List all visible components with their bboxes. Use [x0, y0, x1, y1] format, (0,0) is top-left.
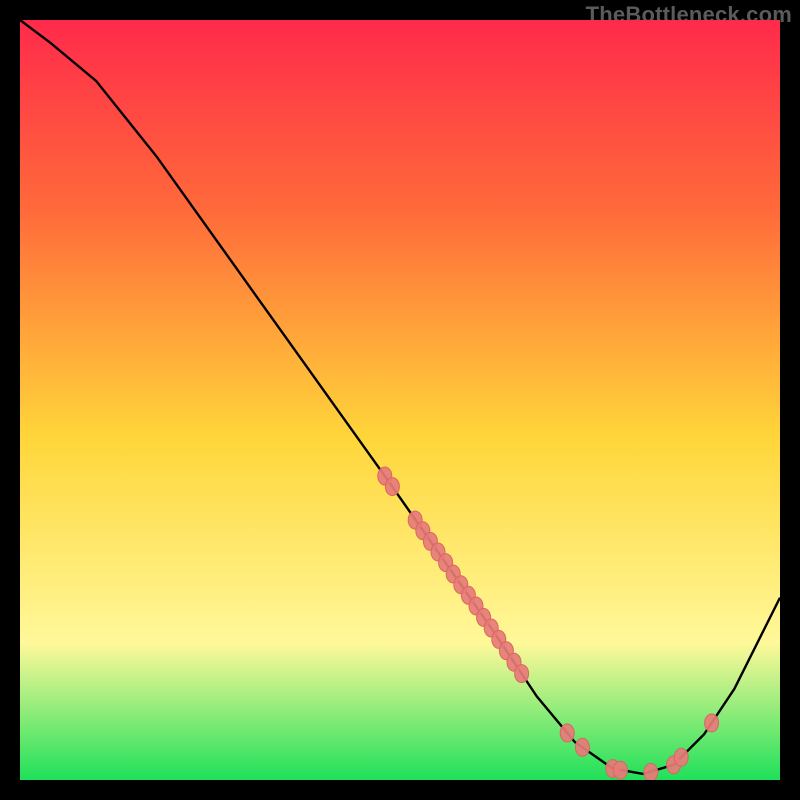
marker-dot — [575, 738, 589, 756]
chart-stage: TheBottleneck.com — [0, 0, 800, 800]
marker-dot — [385, 478, 399, 496]
marker-dot — [560, 724, 574, 742]
marker-dot — [674, 748, 688, 766]
marker-dot — [613, 761, 627, 779]
marker-dot — [515, 665, 529, 683]
marker-dot — [644, 763, 658, 780]
marker-dot — [705, 714, 719, 732]
chart-svg — [20, 20, 780, 780]
plot-background — [20, 20, 780, 780]
